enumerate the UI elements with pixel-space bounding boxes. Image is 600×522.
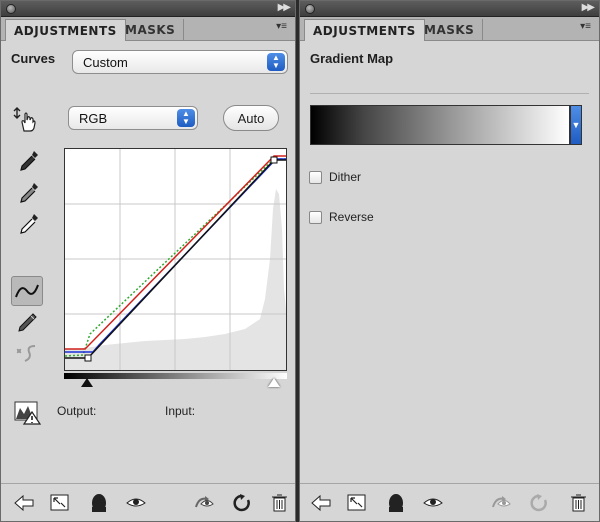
panel-titlebar: ▶▶	[300, 1, 599, 17]
trash-icon[interactable]	[568, 493, 590, 513]
tab-adjustments[interactable]: ADJUSTMENTS	[304, 19, 425, 41]
curves-graph[interactable]	[64, 148, 287, 371]
reset-icon[interactable]	[528, 493, 550, 513]
adjustment-title: Gradient Map	[310, 51, 394, 66]
tab-bar: ADJUSTMENTS MASKS ▾≡	[1, 17, 295, 41]
gradient-picker-dropdown-icon[interactable]: ▼	[570, 105, 582, 145]
tab-adjustments[interactable]: ADJUSTMENTS	[5, 19, 126, 41]
dropdown-arrows-icon: ▲ ▼	[177, 109, 195, 127]
expand-view-icon[interactable]	[49, 493, 71, 513]
tab-masks[interactable]: MASKS	[117, 19, 185, 41]
close-icon[interactable]	[305, 4, 315, 14]
input-label: Input:	[165, 404, 196, 418]
panel-menu-icon[interactable]: ▾≡	[273, 22, 287, 33]
black-point-eyedropper-icon[interactable]	[17, 149, 45, 177]
collapse-icon[interactable]: ▶▶	[278, 2, 291, 13]
clip-to-layer-icon[interactable]	[89, 493, 111, 513]
panel-footer	[300, 483, 599, 521]
clip-to-layer-icon[interactable]	[386, 493, 408, 513]
white-point-slider[interactable]	[268, 378, 280, 387]
dither-label: Dither	[329, 170, 362, 184]
adjustment-title: Curves	[11, 51, 56, 66]
gray-point-eyedropper-icon[interactable]	[17, 181, 45, 209]
gradient-map-adjustments-panel: ▶▶ ADJUSTMENTS MASKS ▾≡ Gradient Map ▼ D…	[299, 0, 600, 522]
collapse-icon[interactable]: ▶▶	[582, 2, 595, 13]
dropdown-arrows-icon: ▲ ▼	[267, 53, 285, 71]
auto-button[interactable]: Auto	[223, 105, 279, 131]
on-image-adjust-icon[interactable]	[11, 105, 39, 133]
smooth-curve-icon[interactable]	[13, 341, 41, 369]
expand-view-icon[interactable]	[346, 493, 368, 513]
input-gradient-bar	[64, 373, 287, 379]
view-previous-icon[interactable]	[490, 493, 512, 513]
clipping-warning-icon[interactable]	[13, 398, 42, 426]
curve-point-tool-icon[interactable]	[11, 276, 43, 306]
curve-point-shadow[interactable]	[84, 354, 92, 362]
black-point-slider[interactable]	[81, 378, 93, 387]
tab-masks[interactable]: MASKS	[416, 19, 484, 41]
preset-dropdown[interactable]: Custom ▲ ▼	[72, 50, 288, 74]
curves-graph-svg[interactable]	[64, 149, 286, 370]
reset-icon[interactable]	[231, 493, 253, 513]
back-arrow-icon[interactable]	[310, 493, 332, 513]
view-previous-icon[interactable]	[193, 493, 215, 513]
channel-dropdown[interactable]: RGB ▲ ▼	[68, 106, 198, 130]
curve-point-highlight[interactable]	[270, 156, 278, 164]
channel-value: RGB	[79, 111, 108, 126]
reverse-label: Reverse	[329, 210, 374, 224]
dither-checkbox[interactable]	[309, 171, 322, 184]
close-icon[interactable]	[6, 4, 16, 14]
panel-footer	[1, 483, 295, 521]
visibility-eye-icon[interactable]	[422, 493, 444, 513]
panel-menu-icon[interactable]: ▾≡	[577, 22, 591, 33]
curves-adjustments-panel: ▶▶ ADJUSTMENTS MASKS ▾≡ Curves Custom ▲ ▼…	[0, 0, 296, 522]
preset-value: Custom	[83, 55, 128, 70]
gradient-preview-bar[interactable]	[310, 105, 570, 145]
white-point-eyedropper-icon[interactable]	[17, 212, 45, 240]
trash-icon[interactable]	[269, 493, 291, 513]
pencil-draw-icon[interactable]	[15, 311, 43, 339]
tab-bar: ADJUSTMENTS MASKS ▾≡	[300, 17, 599, 41]
visibility-eye-icon[interactable]	[125, 493, 147, 513]
output-label: Output:	[57, 404, 97, 418]
back-arrow-icon[interactable]	[13, 493, 35, 513]
reverse-checkbox[interactable]	[309, 211, 322, 224]
divider	[310, 93, 589, 94]
panel-titlebar: ▶▶	[1, 1, 295, 17]
